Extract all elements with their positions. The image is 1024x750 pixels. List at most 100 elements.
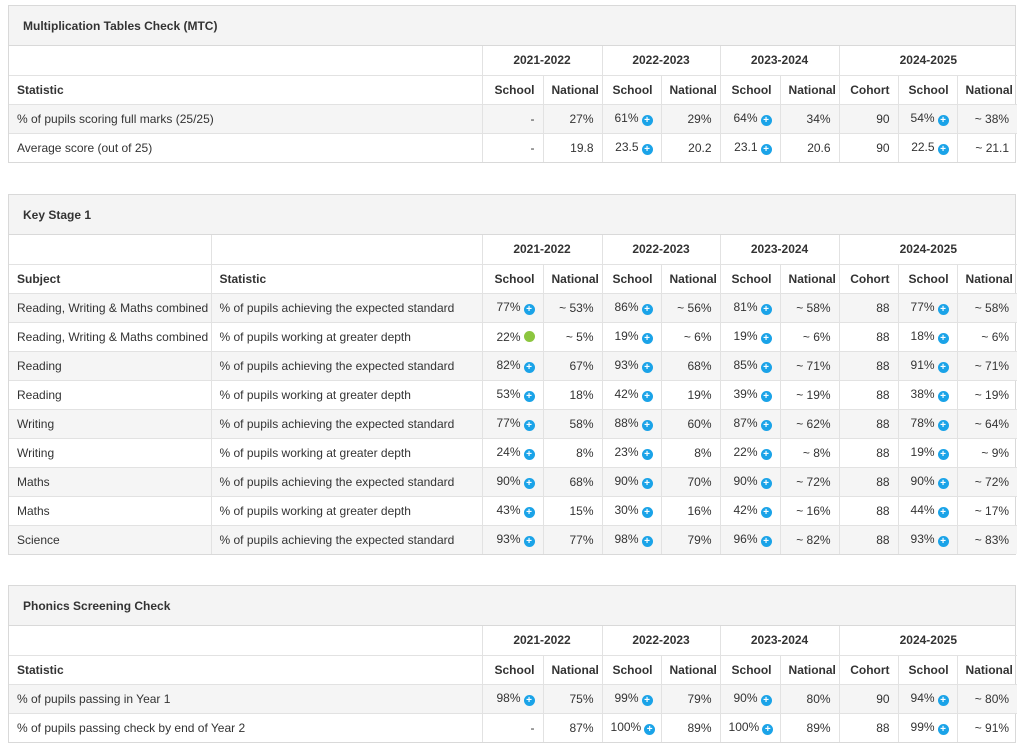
- info-icon[interactable]: +: [760, 695, 772, 706]
- info-icon[interactable]: +: [523, 695, 535, 706]
- info-icon[interactable]: +: [937, 449, 949, 460]
- cell-value: 19.8: [570, 140, 594, 155]
- value-cell: 88: [838, 713, 899, 742]
- cell-value: 88: [876, 445, 890, 460]
- year-header: 2021-2022: [481, 626, 603, 656]
- value-cell: 22% +: [719, 438, 781, 468]
- info-icon[interactable]: +: [937, 304, 949, 315]
- info-icon[interactable]: +: [641, 391, 653, 402]
- cell-value: 15%: [569, 503, 594, 518]
- cell-value: 90: [876, 691, 890, 706]
- cell-value: 90%: [733, 474, 758, 488]
- info-icon[interactable]: +: [937, 478, 949, 489]
- info-icon[interactable]: +: [641, 507, 653, 518]
- info-icon[interactable]: +: [937, 420, 949, 431]
- info-icon[interactable]: +: [760, 115, 772, 126]
- value-cell: ~ 38%: [956, 104, 1018, 134]
- info-icon[interactable]: +: [760, 536, 772, 548]
- value-cell: 90% +: [719, 467, 781, 497]
- cell-value: 20.2: [688, 140, 712, 155]
- value-cell: 23.1 +: [719, 133, 781, 162]
- info-icon[interactable]: +: [937, 115, 949, 126]
- value-cell: -: [481, 104, 543, 134]
- green-dot-icon[interactable]: [523, 330, 535, 342]
- info-icon[interactable]: +: [641, 304, 653, 315]
- value-cell: 23% +: [601, 438, 662, 468]
- info-icon[interactable]: +: [523, 507, 535, 518]
- cell-value: 90%: [614, 474, 639, 488]
- info-icon[interactable]: +: [641, 333, 653, 344]
- cell-value: 19%: [910, 445, 935, 459]
- info-icon[interactable]: +: [523, 362, 535, 373]
- cell-value: 27%: [569, 111, 594, 126]
- cell-value: 8%: [694, 445, 712, 460]
- info-icon[interactable]: +: [760, 507, 772, 518]
- cell-value: 60%: [687, 416, 712, 431]
- info-icon[interactable]: +: [523, 449, 535, 460]
- year-header: 2023-2024: [719, 626, 840, 656]
- info-icon[interactable]: +: [760, 333, 772, 344]
- cell-value: 58%: [569, 416, 594, 431]
- value-cell: 77% +: [481, 293, 543, 323]
- cell-value: 82%: [496, 358, 521, 372]
- value-cell: 99% +: [601, 684, 662, 714]
- info-icon[interactable]: +: [760, 304, 772, 315]
- value-cell: 19% +: [719, 322, 781, 352]
- value-cell: 22%: [481, 322, 543, 352]
- statistic-cell: % of pupils achieving the expected stand…: [210, 409, 482, 439]
- info-icon[interactable]: +: [641, 420, 653, 431]
- cell-value: ~ 38%: [974, 111, 1010, 126]
- statistic-cell: % of pupils achieving the expected stand…: [210, 467, 482, 497]
- value-cell: 80%: [779, 684, 840, 714]
- year-header: 2024-2025: [838, 626, 1018, 656]
- info-icon[interactable]: +: [641, 478, 653, 489]
- column-header-row: Subject Statistic School National School…: [9, 264, 1018, 294]
- info-icon[interactable]: +: [641, 362, 653, 373]
- info-icon[interactable]: +: [937, 333, 949, 344]
- cell-value: 91%: [910, 358, 935, 372]
- cell-value: 86%: [614, 300, 639, 314]
- value-cell: 8%: [542, 438, 603, 468]
- info-icon[interactable]: +: [760, 420, 772, 431]
- cell-value: 75%: [569, 691, 594, 706]
- info-icon[interactable]: +: [760, 362, 772, 373]
- info-icon[interactable]: +: [641, 695, 653, 706]
- table-row: % of pupils passing check by end of Year…: [9, 713, 1018, 742]
- info-icon[interactable]: +: [760, 144, 772, 156]
- subject-cell: Reading: [9, 380, 211, 410]
- info-icon[interactable]: +: [641, 144, 653, 156]
- info-icon[interactable]: +: [937, 362, 949, 373]
- info-icon[interactable]: +: [641, 536, 653, 548]
- info-icon[interactable]: +: [760, 391, 772, 402]
- info-icon[interactable]: +: [937, 391, 949, 402]
- info-icon[interactable]: +: [937, 695, 949, 706]
- value-cell: 81% +: [719, 293, 781, 323]
- info-icon[interactable]: +: [523, 420, 535, 431]
- value-cell: 100% +: [601, 713, 662, 742]
- info-icon[interactable]: +: [523, 478, 535, 489]
- cell-value: ~ 72%: [796, 474, 831, 489]
- value-cell: 61% +: [601, 104, 662, 134]
- info-icon[interactable]: +: [937, 536, 949, 548]
- value-cell: 94% +: [897, 684, 958, 714]
- value-cell: 42% +: [601, 380, 662, 410]
- info-icon[interactable]: +: [641, 115, 653, 126]
- subject-cell: Reading, Writing & Maths combined: [9, 293, 211, 323]
- cell-value: 44%: [910, 503, 935, 517]
- info-icon[interactable]: +: [762, 724, 774, 736]
- info-icon[interactable]: +: [937, 507, 949, 518]
- info-icon[interactable]: +: [937, 724, 949, 736]
- info-icon[interactable]: +: [937, 144, 949, 156]
- info-icon[interactable]: +: [760, 478, 772, 489]
- statistic-cell: % of pupils passing in Year 1: [9, 684, 482, 714]
- statistic-header: Statistic: [9, 75, 482, 105]
- info-icon[interactable]: +: [644, 724, 656, 736]
- info-icon[interactable]: +: [523, 536, 535, 548]
- info-icon[interactable]: +: [641, 449, 653, 460]
- info-icon[interactable]: +: [760, 449, 772, 460]
- cell-value: 99%: [614, 691, 639, 705]
- value-cell: ~ 16%: [779, 496, 840, 526]
- info-icon[interactable]: +: [523, 391, 535, 402]
- table-row: Maths% of pupils working at greater dept…: [9, 496, 1018, 526]
- info-icon[interactable]: +: [523, 304, 535, 315]
